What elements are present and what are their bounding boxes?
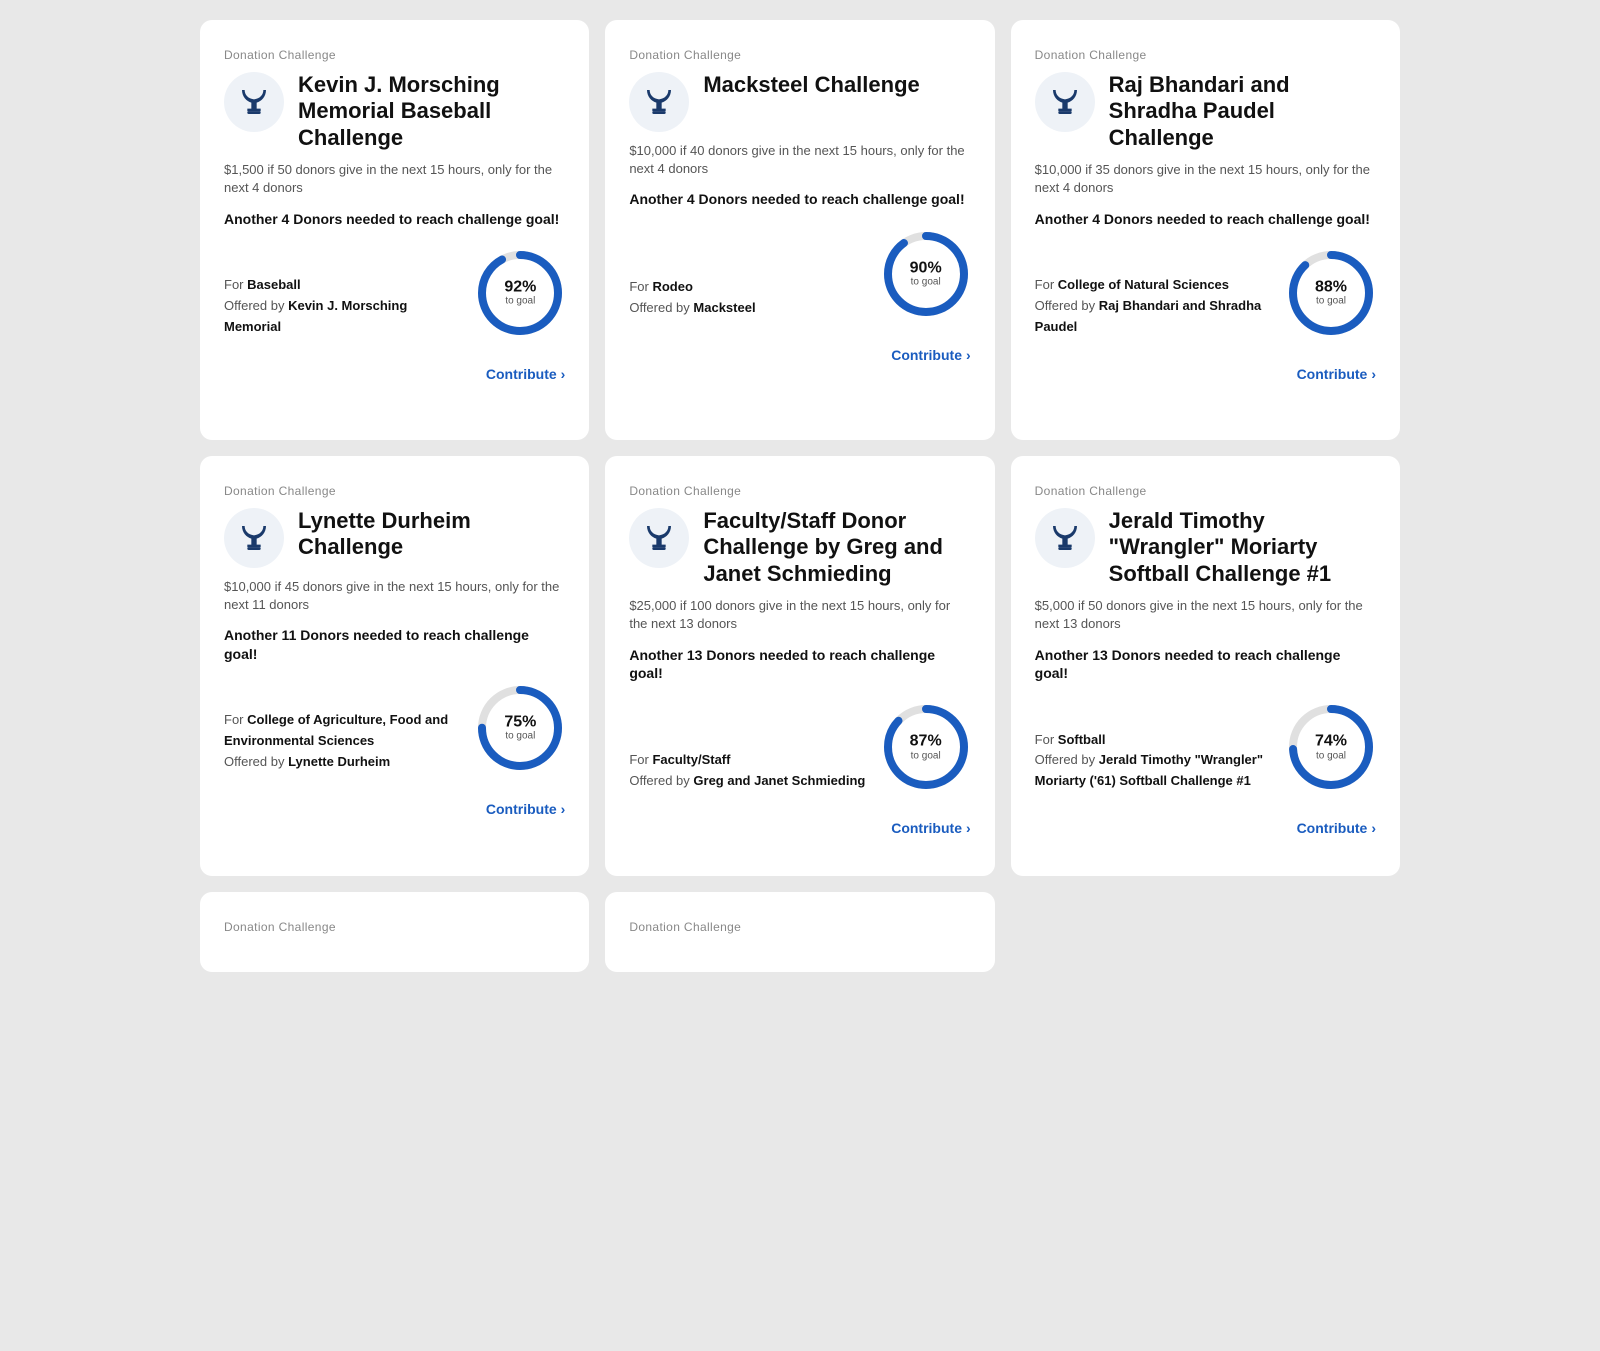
challenge-card-3: Donation Challenge Raj Bhandari and Shra… xyxy=(1011,20,1400,440)
card-title: Jerald Timothy "Wrangler" Moriarty Softb… xyxy=(1109,508,1376,587)
card-meta: For Rodeo Offered by Macksteel xyxy=(629,277,755,319)
card-title: Lynette Durheim Challenge xyxy=(298,508,565,561)
card-subtitle: $5,000 if 50 donors give in the next 15 … xyxy=(1035,597,1376,633)
contribute-button[interactable]: Contribute › xyxy=(1297,358,1376,382)
challenge-card-2: Donation Challenge Macksteel Challenge $… xyxy=(605,20,994,440)
contribute-button[interactable]: Contribute › xyxy=(486,793,565,817)
card-meta: For College of Natural Sciences Offered … xyxy=(1035,275,1278,337)
chevron-right-icon: › xyxy=(561,801,566,817)
challenge-grid: Donation Challenge Kevin J. Morsching Me… xyxy=(200,20,1400,972)
card-title: Kevin J. Morsching Memorial Baseball Cha… xyxy=(298,72,565,151)
challenge-status: Another 4 Donors needed to reach challen… xyxy=(629,190,970,208)
challenge-status: Another 13 Donors needed to reach challe… xyxy=(1035,646,1376,682)
card-category: Donation Challenge xyxy=(224,48,565,62)
card-subtitle: $25,000 if 100 donors give in the next 1… xyxy=(629,597,970,633)
progress-donut: 90% to goal xyxy=(881,229,971,319)
card-meta: For Faculty/Staff Offered by Greg and Ja… xyxy=(629,750,865,792)
card-meta: For College of Agriculture, Food and Env… xyxy=(224,710,467,772)
trophy-icon xyxy=(224,72,284,132)
progress-donut: 92% to goal xyxy=(475,248,565,338)
challenge-card-6: Donation Challenge Jerald Timothy "Wrang… xyxy=(1011,456,1400,876)
chevron-right-icon: › xyxy=(1371,820,1376,836)
challenge-card-5: Donation Challenge Faculty/Staff Donor C… xyxy=(605,456,994,876)
trophy-icon xyxy=(224,508,284,568)
contribute-button[interactable]: Contribute › xyxy=(1297,812,1376,836)
chevron-right-icon: › xyxy=(966,820,971,836)
challenge-card-8: Donation Challenge xyxy=(605,892,994,972)
card-category: Donation Challenge xyxy=(629,48,970,62)
contribute-button[interactable]: Contribute › xyxy=(891,812,970,836)
progress-donut: 87% to goal xyxy=(881,702,971,792)
card-title: Raj Bhandari and Shradha Paudel Challeng… xyxy=(1109,72,1376,151)
card-subtitle: $10,000 if 40 donors give in the next 15… xyxy=(629,142,970,178)
chevron-right-icon: › xyxy=(1371,366,1376,382)
card-subtitle: $10,000 if 45 donors give in the next 15… xyxy=(224,578,565,614)
challenge-status: Another 11 Donors needed to reach challe… xyxy=(224,626,565,662)
trophy-icon xyxy=(1035,508,1095,568)
card-meta: For Softball Offered by Jerald Timothy "… xyxy=(1035,730,1278,792)
progress-donut: 88% to goal xyxy=(1286,248,1376,338)
card-category: Donation Challenge xyxy=(224,920,565,934)
card-title: Macksteel Challenge xyxy=(703,72,919,98)
card-subtitle: $10,000 if 35 donors give in the next 15… xyxy=(1035,161,1376,197)
progress-donut: 74% to goal xyxy=(1286,702,1376,792)
card-meta: For Baseball Offered by Kevin J. Morschi… xyxy=(224,275,467,337)
card-category: Donation Challenge xyxy=(224,484,565,498)
trophy-icon xyxy=(629,508,689,568)
card-category: Donation Challenge xyxy=(629,484,970,498)
contribute-button[interactable]: Contribute › xyxy=(891,339,970,363)
card-category: Donation Challenge xyxy=(1035,484,1376,498)
challenge-card-4: Donation Challenge Lynette Durheim Chall… xyxy=(200,456,589,876)
card-category: Donation Challenge xyxy=(1035,48,1376,62)
challenge-status: Another 4 Donors needed to reach challen… xyxy=(1035,210,1376,228)
challenge-card-7: Donation Challenge xyxy=(200,892,589,972)
card-title: Faculty/Staff Donor Challenge by Greg an… xyxy=(703,508,970,587)
challenge-status: Another 13 Donors needed to reach challe… xyxy=(629,646,970,682)
challenge-card-1: Donation Challenge Kevin J. Morsching Me… xyxy=(200,20,589,440)
card-subtitle: $1,500 if 50 donors give in the next 15 … xyxy=(224,161,565,197)
trophy-icon xyxy=(1035,72,1095,132)
challenge-status: Another 4 Donors needed to reach challen… xyxy=(224,210,565,228)
progress-donut: 75% to goal xyxy=(475,683,565,773)
chevron-right-icon: › xyxy=(561,366,566,382)
chevron-right-icon: › xyxy=(966,347,971,363)
trophy-icon xyxy=(629,72,689,132)
contribute-button[interactable]: Contribute › xyxy=(486,358,565,382)
card-category: Donation Challenge xyxy=(629,920,970,934)
